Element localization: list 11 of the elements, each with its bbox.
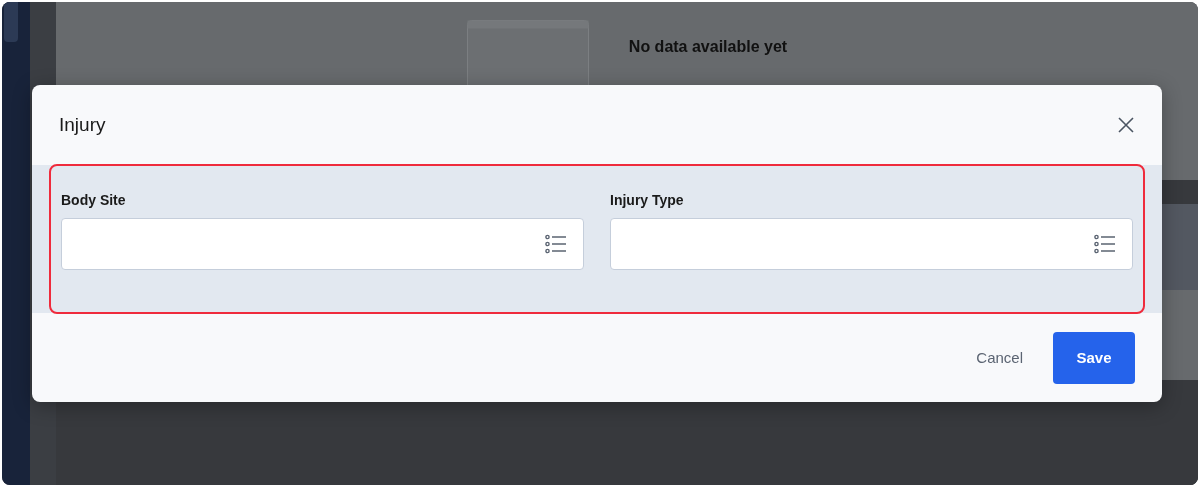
cancel-button[interactable]: Cancel [976,349,1023,366]
list-icon[interactable] [545,234,567,254]
close-button[interactable] [1117,116,1135,134]
field-label: Injury Type [610,192,685,208]
empty-state-title: No data available yet [628,38,788,57]
input-field[interactable] [61,218,584,270]
save-button[interactable]: Save [1053,331,1135,384]
input-field[interactable] [610,218,1133,270]
field-label: Body Site [61,192,127,208]
dialog-title: Injury [59,114,106,136]
list-icon[interactable] [1094,234,1116,254]
